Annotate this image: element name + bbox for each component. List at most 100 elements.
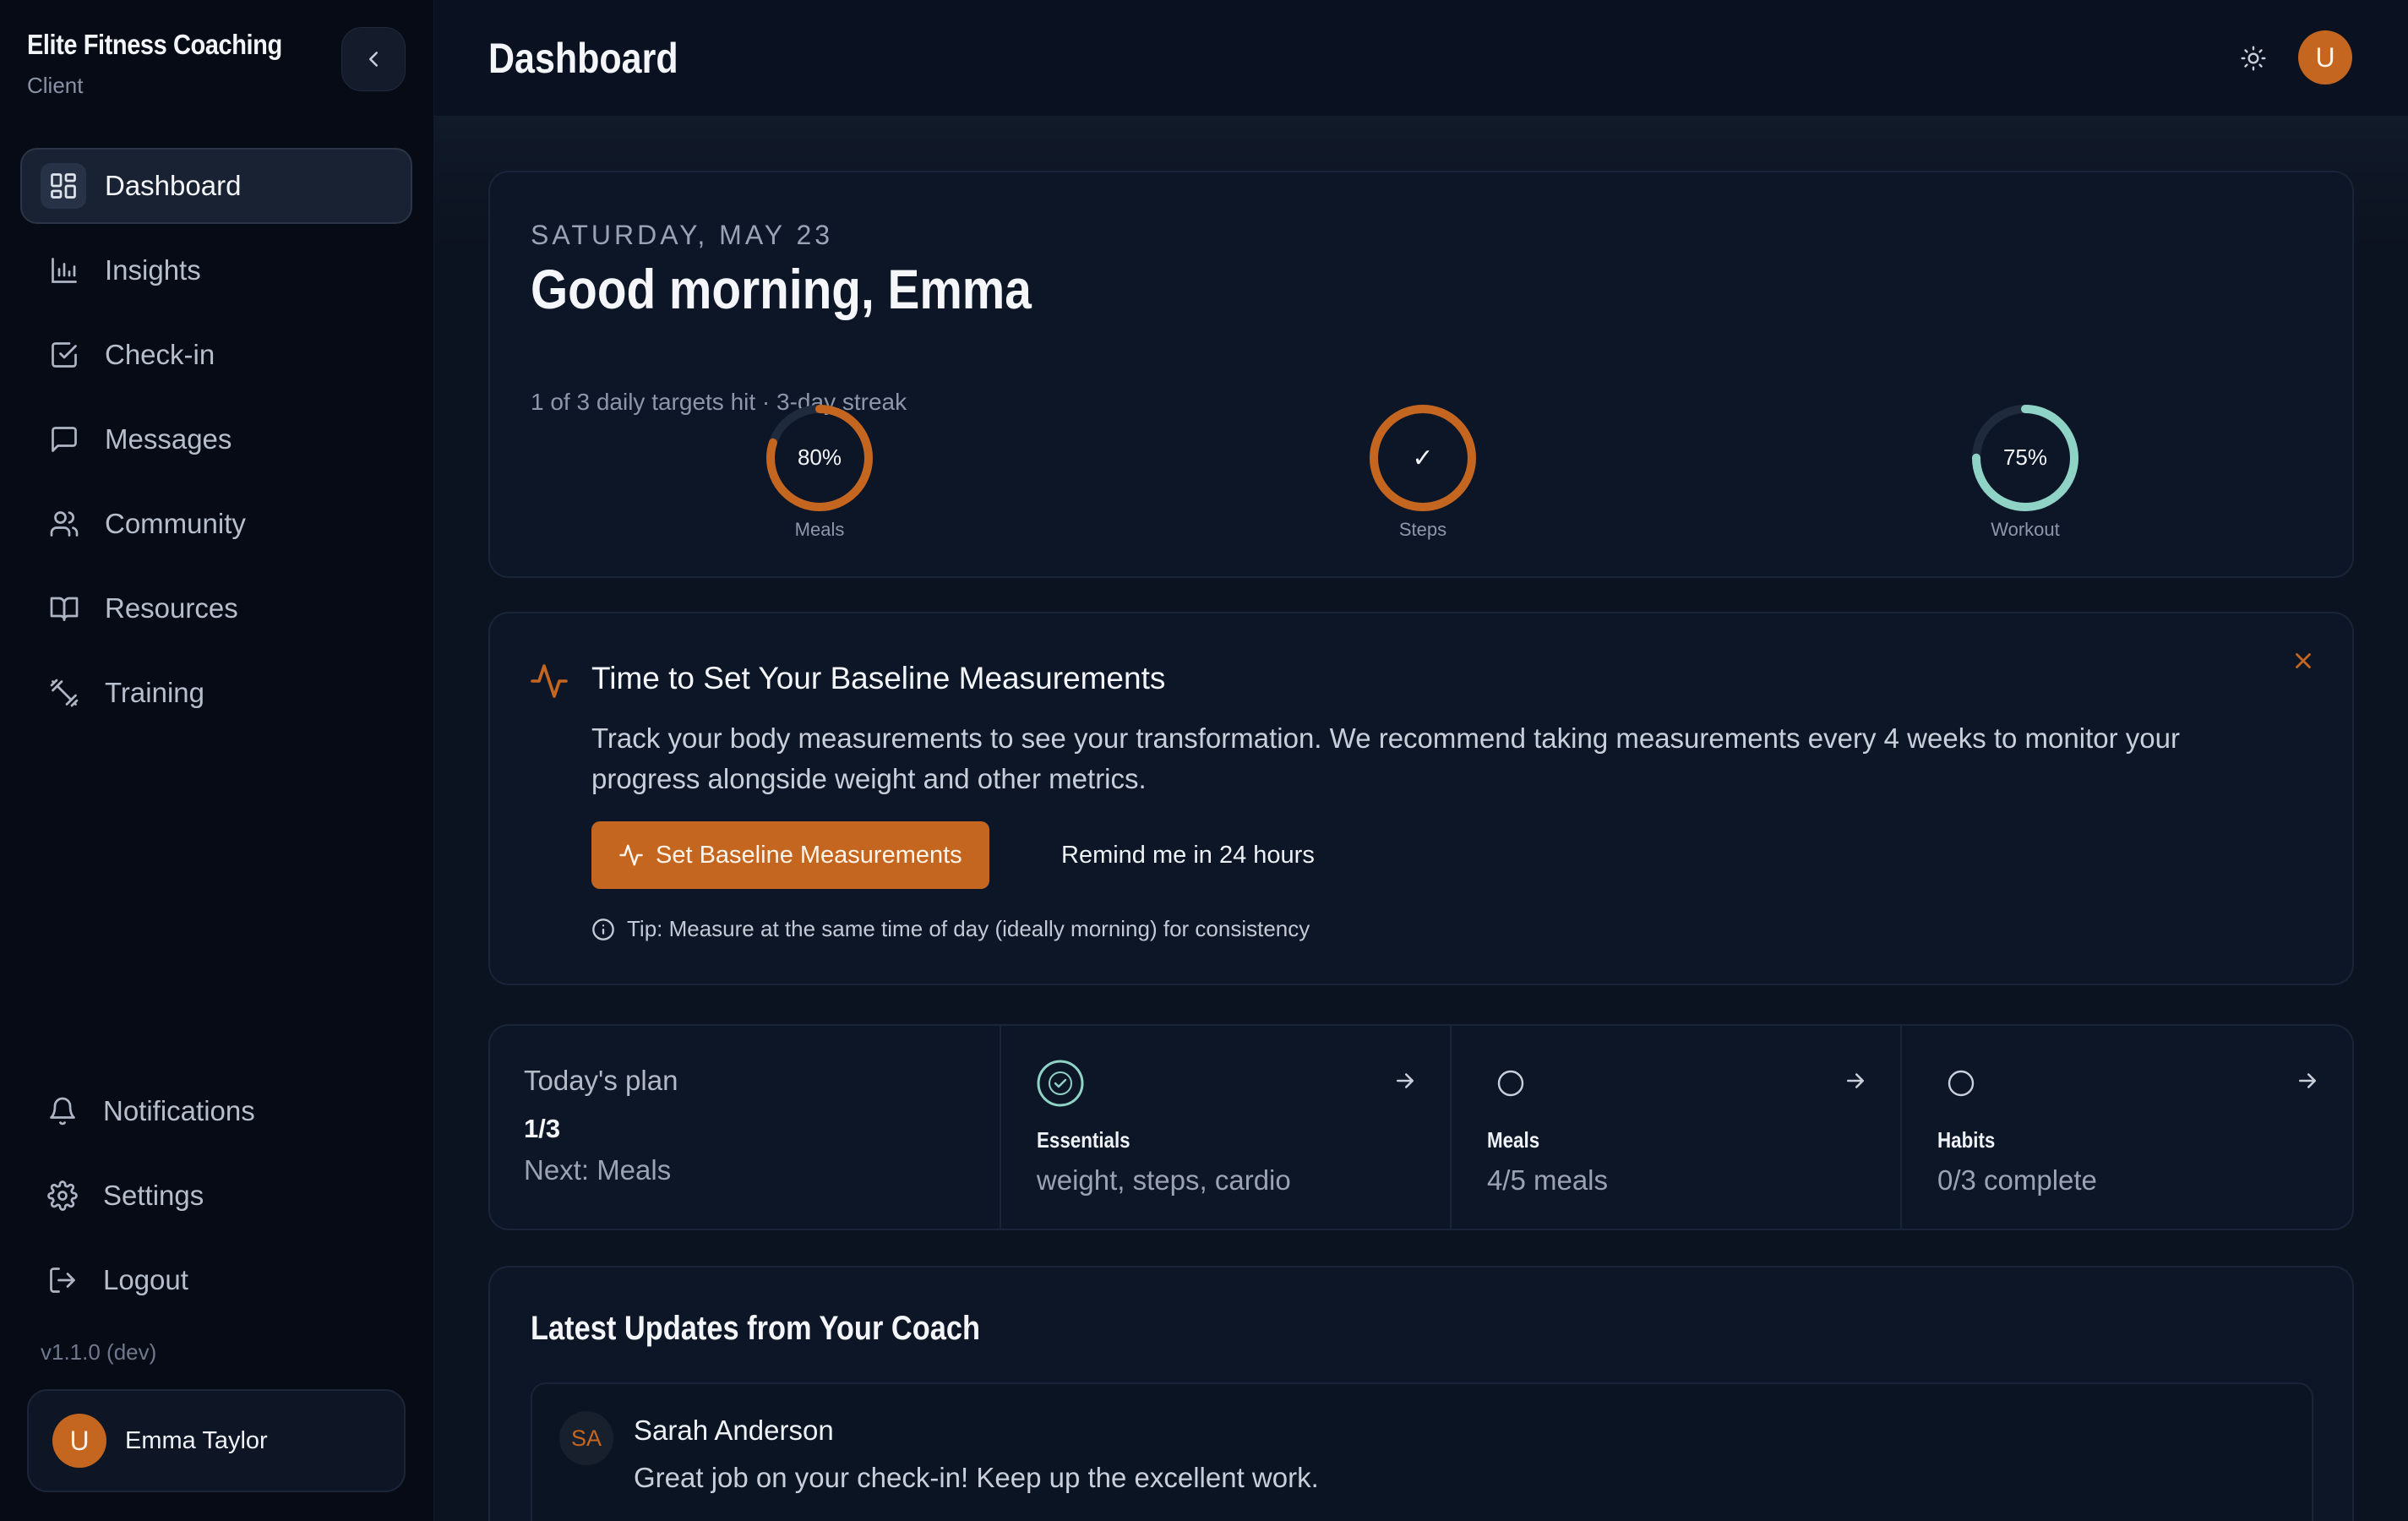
todays-plan-card: Today's plan 1/3 Next: Meals Essentials …: [488, 1024, 2354, 1230]
sidebar-item-label: Community: [105, 508, 246, 539]
current-date: SATURDAY, MAY 23: [531, 220, 834, 250]
message-text: Great job on your check-in! Keep up the …: [634, 1462, 1319, 1493]
sidebar: Elite Fitness Coaching Client Dashboard …: [0, 0, 434, 1521]
ring-value: 80%: [798, 444, 842, 470]
plan-title: Today's plan: [524, 1065, 678, 1096]
banner-title: Time to Set Your Baseline Measurements: [591, 661, 1166, 695]
sidebar-item-logout[interactable]: Logout: [20, 1242, 412, 1318]
banner-text: Track your body measurements to see your…: [591, 722, 2180, 794]
avatar: U: [52, 1414, 106, 1468]
ring-value: 75%: [2003, 444, 2047, 470]
progress-ring-graphic: 75%: [1972, 405, 2078, 511]
secondary-nav: Notifications Settings Logout: [20, 1073, 412, 1327]
close-icon: [2296, 653, 2311, 668]
tip-text: Tip: Measure at the same time of day (id…: [627, 916, 1310, 941]
dumbbell-icon: [46, 674, 83, 711]
ring-label: Meals: [794, 519, 845, 540]
plan-next: Next: Meals: [524, 1154, 672, 1186]
gear-icon: [44, 1177, 81, 1214]
plan-step-meals[interactable]: Meals 4/5 meals: [1452, 1026, 1902, 1229]
dashboard-grid-icon: [41, 163, 86, 209]
sidebar-item-notifications[interactable]: Notifications: [20, 1073, 412, 1149]
close-banner-button[interactable]: [2285, 642, 2322, 679]
info-icon: [592, 918, 614, 940]
app-version: v1.1.0 (dev): [41, 1339, 157, 1365]
sidebar-item-label: Training: [105, 677, 204, 708]
sidebar-item-label: Logout: [103, 1264, 188, 1295]
coach-updates-card: Latest Updates from Your Coach SA Sarah …: [488, 1266, 2354, 1521]
plan-summary: Today's plan 1/3 Next: Meals: [490, 1026, 1001, 1229]
measurement-tip: Tip: Measure at the same time of day (id…: [591, 916, 1310, 942]
plan-step-habits[interactable]: Habits 0/3 complete: [1902, 1026, 2352, 1229]
step-desc: 0/3 complete: [1937, 1164, 2097, 1196]
book-icon: [46, 590, 83, 627]
check-icon: ✓: [1412, 444, 1433, 473]
plan-step-essentials[interactable]: Essentials weight, steps, cardio: [1001, 1026, 1452, 1229]
theme-toggle-button[interactable]: [2234, 39, 2273, 78]
sidebar-item-insights[interactable]: Insights: [20, 232, 412, 308]
greeting: Good morning, Emma: [531, 258, 1032, 320]
top-header: Dashboard U: [434, 0, 2408, 117]
progress-ring-meals[interactable]: 80% Meals: [752, 402, 887, 541]
checkbox-icon: [46, 336, 83, 373]
user-name: Emma Taylor: [125, 1426, 268, 1454]
coach-message[interactable]: SA Sarah Anderson Great job on your chec…: [531, 1382, 2313, 1521]
remind-later-button[interactable]: Remind me in 24 hours: [1061, 821, 1315, 889]
arrow-right-icon: [1843, 1068, 1868, 1098]
sidebar-item-label: Messages: [105, 423, 232, 455]
check-circle-icon: [1037, 1060, 1084, 1107]
ring-label: Workout: [1991, 519, 2060, 540]
sidebar-item-training[interactable]: Training: [20, 655, 412, 731]
daily-summary-card: SATURDAY, MAY 23 Good morning, Emma 1 of…: [488, 171, 2354, 578]
avatar: SA: [559, 1411, 613, 1465]
user-profile-card[interactable]: U Emma Taylor: [27, 1389, 406, 1492]
logout-icon: [44, 1262, 81, 1299]
sidebar-item-label: Insights: [105, 254, 201, 286]
activity-icon: [529, 661, 569, 706]
sun-icon: [2241, 46, 2266, 71]
header-avatar[interactable]: U: [2298, 30, 2352, 84]
main-content: SATURDAY, MAY 23 Good morning, Emma 1 of…: [434, 117, 2408, 1521]
sidebar-item-label: Notifications: [103, 1095, 255, 1126]
sidebar-item-settings[interactable]: Settings: [20, 1158, 412, 1234]
set-baseline-button[interactable]: Set Baseline Measurements: [591, 821, 989, 889]
progress-ring-graphic: ✓: [1370, 405, 1476, 511]
step-title: Habits: [1937, 1127, 1996, 1153]
sidebar-item-check-in[interactable]: Check-in: [20, 317, 412, 393]
step-desc: 4/5 meals: [1486, 1164, 1609, 1196]
empty-circle-icon: [1937, 1060, 1985, 1107]
progress-ring-graphic: 80%: [766, 405, 873, 511]
chevron-left-icon: [369, 52, 378, 67]
sidebar-item-label: Dashboard: [105, 170, 242, 201]
main-nav: Dashboard Insights Check-in Messages Com…: [20, 148, 412, 739]
page-title: Dashboard: [488, 35, 678, 82]
brand-title: Elite Fitness Coaching: [27, 29, 282, 60]
collapse-sidebar-button[interactable]: [341, 27, 406, 91]
progress-ring-workout[interactable]: 75% Workout: [1958, 402, 2093, 541]
sidebar-item-label: Check-in: [105, 339, 215, 370]
sidebar-item-messages[interactable]: Messages: [20, 401, 412, 477]
step-title: Meals: [1486, 1127, 1540, 1153]
bell-icon: [44, 1093, 81, 1130]
bar-chart-icon: [46, 252, 83, 289]
sidebar-item-label: Settings: [103, 1180, 204, 1211]
ring-label: Steps: [1398, 519, 1447, 540]
step-title: Essentials: [1036, 1127, 1130, 1153]
activity-icon: [619, 844, 643, 866]
set-baseline-label: Set Baseline Measurements: [656, 841, 962, 869]
section-title: Latest Updates from Your Coach: [531, 1310, 981, 1347]
users-icon: [46, 505, 83, 542]
empty-circle-icon: [1487, 1060, 1534, 1107]
baseline-measurements-banner: Time to Set Your Baseline Measurements T…: [488, 612, 2354, 985]
message-author: Sarah Anderson: [634, 1415, 834, 1446]
progress-ring-steps[interactable]: ✓ Steps: [1355, 402, 1490, 541]
sidebar-item-dashboard[interactable]: Dashboard: [20, 148, 412, 224]
brand-subtitle: Client: [27, 73, 84, 98]
sidebar-item-community[interactable]: Community: [20, 486, 412, 562]
message-icon: [46, 421, 83, 458]
arrow-right-icon: [1392, 1068, 1418, 1098]
arrow-right-icon: [2295, 1068, 2320, 1098]
step-desc: weight, steps, cardio: [1036, 1164, 1291, 1196]
sidebar-item-resources[interactable]: Resources: [20, 570, 412, 646]
plan-count: 1/3: [524, 1114, 561, 1143]
